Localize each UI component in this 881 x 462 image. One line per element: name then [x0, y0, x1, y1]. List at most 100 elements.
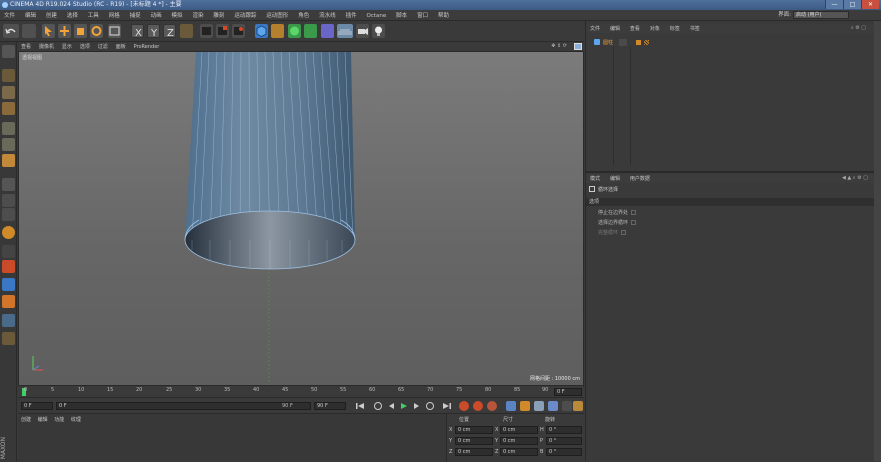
material-menu-texture[interactable]: 纹理 — [71, 417, 81, 423]
select-arrow-icon[interactable] — [42, 24, 55, 38]
am-menu-edit[interactable]: 编辑 — [606, 175, 624, 184]
close-button[interactable]: ✕ — [861, 0, 879, 9]
timeline-ruler[interactable]: 0 5 10 15 20 25 30 35 40 45 50 55 60 65 … — [18, 386, 584, 398]
previous-key-icon[interactable] — [373, 401, 383, 411]
om-menu-tags[interactable]: 标签 — [666, 25, 684, 34]
phong-tag-icon[interactable] — [644, 40, 649, 45]
om-menu-objects[interactable]: 对象 — [646, 25, 664, 34]
option-checkbox[interactable] — [631, 210, 637, 215]
am-nav-icons[interactable]: ◀ ▲ ⌕ ⚙ ▢ — [838, 174, 872, 183]
rotate-icon[interactable] — [90, 24, 103, 38]
x-axis-lock-icon[interactable]: X — [131, 24, 144, 39]
workplane-lock-icon[interactable] — [2, 245, 15, 258]
frame-range-slider[interactable]: 0 F — [56, 402, 311, 410]
am-menu-mode[interactable]: 模式 — [586, 175, 604, 184]
previous-frame-icon[interactable] — [386, 401, 396, 411]
current-frame-readout[interactable]: 0 F — [554, 388, 582, 396]
make-editable-icon[interactable] — [2, 45, 15, 58]
minimize-button[interactable]: — — [825, 0, 843, 9]
next-frame-icon[interactable] — [412, 401, 422, 411]
redo-icon[interactable] — [22, 24, 36, 38]
keyframe-selection-icon[interactable] — [487, 401, 497, 411]
y-axis-lock-icon[interactable]: Y — [147, 24, 160, 39]
position-x-field[interactable]: 0 cm — [455, 426, 493, 434]
autokey-icon[interactable] — [473, 401, 483, 411]
paint-icon[interactable] — [2, 278, 15, 291]
om-menu-edit[interactable]: 编辑 — [606, 25, 624, 34]
array-icon[interactable] — [304, 24, 317, 38]
rotation-p-field[interactable]: 0 ° — [546, 437, 582, 445]
coordinate-system-icon[interactable] — [180, 24, 193, 38]
select-boundary-loop-option[interactable]: 选择边界循环 — [598, 219, 637, 226]
rotation-b-field[interactable]: 0 ° — [546, 448, 582, 456]
pen-spline-icon[interactable] — [271, 24, 284, 38]
go-to-start-icon[interactable] — [355, 401, 365, 411]
texture-mode-icon[interactable] — [2, 86, 15, 99]
viewport-nav-icons[interactable]: ✥ ⇕ ⟳ — [548, 42, 570, 51]
light-icon[interactable] — [372, 24, 385, 38]
am-menu-userdata[interactable]: 用户数据 — [626, 175, 654, 184]
model-mode-icon[interactable] — [2, 69, 15, 82]
om-menu-view[interactable]: 查看 — [626, 25, 644, 34]
render-picture-viewer-icon[interactable] — [216, 24, 229, 38]
rotation-key-icon[interactable] — [534, 401, 544, 411]
material-menu-create[interactable]: 创建 — [21, 417, 31, 423]
scale-key-icon[interactable] — [520, 401, 530, 411]
layer-toggle-icon[interactable] — [619, 39, 627, 46]
point-mode-icon[interactable] — [2, 122, 15, 135]
workplane-mode-icon[interactable] — [2, 102, 15, 115]
right-panel-tabs-strip[interactable] — [874, 21, 881, 461]
option-checkbox[interactable] — [621, 230, 627, 235]
deformer-icon[interactable] — [321, 24, 334, 38]
next-key-icon[interactable] — [425, 401, 435, 411]
z-axis-lock-icon[interactable]: Z — [163, 24, 176, 39]
viewport-maximize-icon[interactable] — [574, 43, 582, 50]
visibility-dot-icon[interactable] — [636, 40, 641, 45]
point-level-animation-icon[interactable] — [562, 401, 572, 411]
options-tab[interactable]: 选项 — [586, 198, 874, 206]
polygon-mode-icon[interactable] — [2, 154, 15, 167]
material-menu-function[interactable]: 功能 — [54, 417, 64, 423]
snap-icon[interactable] — [2, 208, 15, 221]
rotation-h-field[interactable]: 0 ° — [546, 426, 582, 434]
render-view-icon[interactable] — [200, 24, 213, 38]
hair-icon[interactable] — [2, 332, 15, 345]
camera-icon[interactable] — [356, 24, 369, 38]
size-x-field[interactable]: 0 cm — [500, 426, 538, 434]
position-z-field[interactable]: 0 cm — [455, 448, 493, 456]
perspective-viewport[interactable]: 透视视图 网格间距: 10000 cm — [18, 51, 584, 386]
material-menu-edit[interactable]: 编辑 — [38, 417, 48, 423]
maximize-button[interactable]: □ — [843, 0, 861, 9]
layout-select[interactable]: 启动 (用户) — [793, 11, 849, 19]
subdivision-generator-icon[interactable] — [288, 24, 301, 38]
sculpt-s-icon[interactable] — [2, 226, 15, 239]
axis-mode-icon[interactable] — [2, 178, 15, 191]
object-row-cylinder[interactable]: 圆柱 — [588, 39, 868, 47]
position-y-field[interactable]: 0 cm — [455, 437, 493, 445]
parameter-key-icon[interactable] — [548, 401, 558, 411]
floor-environment-icon[interactable] — [337, 24, 353, 38]
stop-at-boundary-option[interactable]: 停止在边界处 — [598, 209, 637, 216]
record-keyframe-icon[interactable] — [459, 401, 469, 411]
om-menu-bookmarks[interactable]: 书签 — [686, 25, 704, 34]
recent-tools-icon[interactable] — [108, 24, 121, 38]
end-frame-field[interactable]: 90 F — [314, 402, 346, 410]
go-to-end-icon[interactable] — [442, 401, 452, 411]
cube-primitive-icon[interactable] — [255, 24, 268, 38]
size-z-field[interactable]: 0 cm — [500, 448, 538, 456]
undo-icon[interactable] — [3, 24, 19, 38]
om-menu-file[interactable]: 文件 — [586, 25, 604, 34]
timeline-window-icon[interactable] — [573, 401, 583, 411]
p3r-render-icon[interactable] — [2, 260, 15, 273]
position-key-icon[interactable] — [506, 401, 516, 411]
edge-mode-icon[interactable] — [2, 138, 15, 151]
layers-icon[interactable] — [2, 314, 15, 327]
greedy-search-option[interactable]: 完整循环 — [598, 229, 627, 236]
scale-icon[interactable] — [74, 24, 87, 38]
object-name-label[interactable]: 圆柱 — [603, 39, 613, 46]
size-y-field[interactable]: 0 cm — [500, 437, 538, 445]
play-icon[interactable] — [399, 401, 409, 411]
move-icon[interactable] — [58, 24, 71, 38]
om-search-icon[interactable]: ⌕ ⚙ ▢ — [847, 24, 870, 33]
render-settings-icon[interactable] — [232, 24, 245, 38]
